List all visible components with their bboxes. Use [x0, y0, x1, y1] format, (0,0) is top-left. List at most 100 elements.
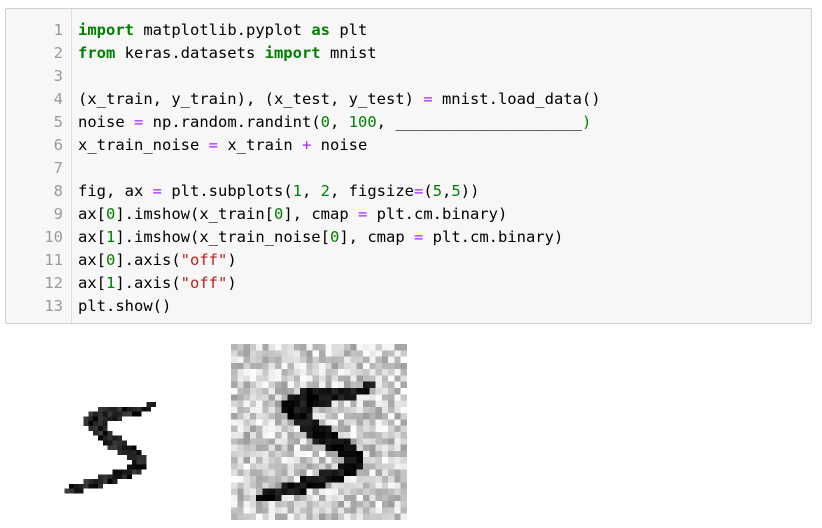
code-token: =: [134, 113, 144, 131]
line-number: 5: [53, 113, 63, 131]
code-token: 0: [320, 113, 330, 131]
line-number: 9: [53, 205, 63, 223]
code-token: 0: [329, 228, 340, 246]
code-token: "off": [180, 251, 228, 269]
code-token: mnist: [320, 44, 377, 62]
code-line[interactable]: 5 noise = np.random.randint(0, 100, _____…: [6, 111, 811, 134]
code-token: ): [227, 274, 237, 292]
code-token: 1: [106, 228, 116, 246]
line-number: 13: [44, 297, 63, 315]
code-token: , figsize: [330, 182, 415, 200]
code-token: ,: [330, 113, 349, 131]
code-token: fig, ax: [78, 182, 153, 200]
code-token: +: [302, 136, 312, 154]
output-area: [0, 330, 822, 528]
code-line[interactable]: 12 ax[1].axis("off"): [6, 272, 811, 295]
code-text[interactable]: ax[0].imshow(x_train[0], cmap = plt.cm.b…: [78, 203, 507, 226]
code-token: 5: [451, 182, 461, 200]
code-line[interactable]: 7: [6, 157, 811, 180]
code-token: ax[: [78, 228, 106, 246]
code-token: matplotlib.pyplot: [134, 21, 312, 39]
code-token: plt: [329, 21, 368, 39]
code-text[interactable]: import matplotlib.pyplot as plt: [78, 19, 367, 42]
code-text[interactable]: ax[0].axis("off"): [78, 249, 237, 272]
code-token: ax[: [78, 274, 106, 292]
code-token: plt.cm.binary): [423, 228, 564, 246]
code-token: 1: [292, 182, 302, 200]
code-token: =: [152, 182, 162, 200]
code-text[interactable]: ax[1].imshow(x_train_noise[0], cmap = pl…: [78, 226, 563, 249]
code-token: =: [357, 205, 368, 223]
line-number: 3: [53, 67, 63, 85]
line-number: 8: [53, 182, 63, 200]
code-token: x_train_noise: [78, 136, 209, 154]
code-token: noise: [311, 136, 368, 154]
code-token: =: [414, 182, 424, 200]
code-cell[interactable]: 1 import matplotlib.pyplot as plt 2 from ke…: [5, 8, 812, 324]
code-text[interactable]: noise = np.random.randint(0, 100, ______…: [78, 111, 591, 134]
line-number: 4: [53, 90, 63, 108]
code-token: =: [413, 228, 424, 246]
mnist-digit-clean-image: [64, 401, 156, 494]
code-line[interactable]: 11 ax[0].axis("off"): [6, 249, 811, 272]
code-token: keras.datasets: [115, 44, 265, 62]
code-token: =: [208, 136, 218, 154]
code-line[interactable]: 13 plt.show(): [6, 295, 811, 318]
code-token: ].imshow(x_train_noise[: [115, 228, 330, 246]
code-text[interactable]: x_train_noise = x_train + noise: [78, 134, 367, 157]
line-number: 6: [53, 136, 63, 154]
code-token: "off": [180, 274, 228, 292]
code-token: ): [581, 113, 592, 131]
code-token: noise: [78, 113, 134, 131]
code-token: ], cmap: [339, 228, 414, 246]
code-line[interactable]: 10 ax[1].imshow(x_train_noise[0], cmap = …: [6, 226, 811, 249]
line-number: 11: [44, 251, 63, 269]
code-token: 0: [106, 205, 116, 223]
code-line[interactable]: 8 fig, ax = plt.subplots(1, 2, figsize=(5…: [6, 180, 811, 203]
code-text[interactable]: (x_train, y_train), (x_test, y_test) = m…: [78, 88, 601, 111]
code-token: (: [423, 182, 433, 200]
line-number: 10: [44, 228, 63, 246]
code-token: mnist.load_data(): [432, 90, 601, 108]
code-token: 0: [273, 205, 284, 223]
code-token: ].imshow(x_train[: [115, 205, 274, 223]
code-text[interactable]: fig, ax = plt.subplots(1, 2, figsize=(5,…: [78, 180, 479, 203]
code-line[interactable]: 6 x_train_noise = x_train + noise: [6, 134, 811, 157]
code-token: from: [78, 44, 116, 62]
code-text[interactable]: ax[1].axis("off"): [78, 272, 237, 295]
code-text[interactable]: plt.show(): [78, 295, 171, 318]
code-token: =: [423, 90, 433, 108]
code-token: (x_train, y_train), (x_test, y_test): [78, 90, 424, 108]
code-token: 5: [432, 182, 443, 200]
code-token: as: [311, 21, 330, 39]
code-token: ax[: [78, 205, 106, 223]
code-token: ): [227, 251, 237, 269]
line-number: 12: [44, 274, 63, 292]
code-token: ax[: [78, 251, 106, 269]
code-token: )): [460, 182, 480, 200]
code-token: plt.show(): [78, 297, 172, 315]
code-token: , ____________________: [376, 113, 582, 131]
code-token: 2: [320, 182, 331, 200]
line-number: 1: [53, 21, 63, 39]
code-line[interactable]: 4 (x_train, y_train), (x_test, y_test) = …: [6, 88, 811, 111]
code-line[interactable]: 9 ax[0].imshow(x_train[0], cmap = plt.cm.…: [6, 203, 811, 226]
code-line[interactable]: 2 from keras.datasets import mnist: [6, 42, 811, 65]
code-text[interactable]: from keras.datasets import mnist: [78, 42, 377, 65]
code-token: 0: [106, 251, 116, 269]
code-token: ].axis(: [115, 274, 181, 292]
code-line[interactable]: 3: [6, 65, 811, 88]
code-token: ], cmap: [283, 205, 358, 223]
code-editor[interactable]: 1 import matplotlib.pyplot as plt 2 from ke…: [6, 19, 811, 318]
code-token: np.random.randint(: [143, 113, 321, 131]
code-token: ,: [442, 182, 452, 200]
mnist-digit-noisy-image: [231, 344, 407, 520]
code-line[interactable]: 1 import matplotlib.pyplot as plt: [6, 19, 811, 42]
code-token: ].axis(: [115, 251, 181, 269]
code-token: plt.cm.binary): [367, 205, 508, 223]
code-token: x_train: [218, 136, 302, 154]
code-token: 1: [106, 274, 116, 292]
code-token: plt.subplots(: [162, 182, 293, 200]
line-number: 2: [53, 44, 63, 62]
code-token: import: [264, 44, 321, 62]
